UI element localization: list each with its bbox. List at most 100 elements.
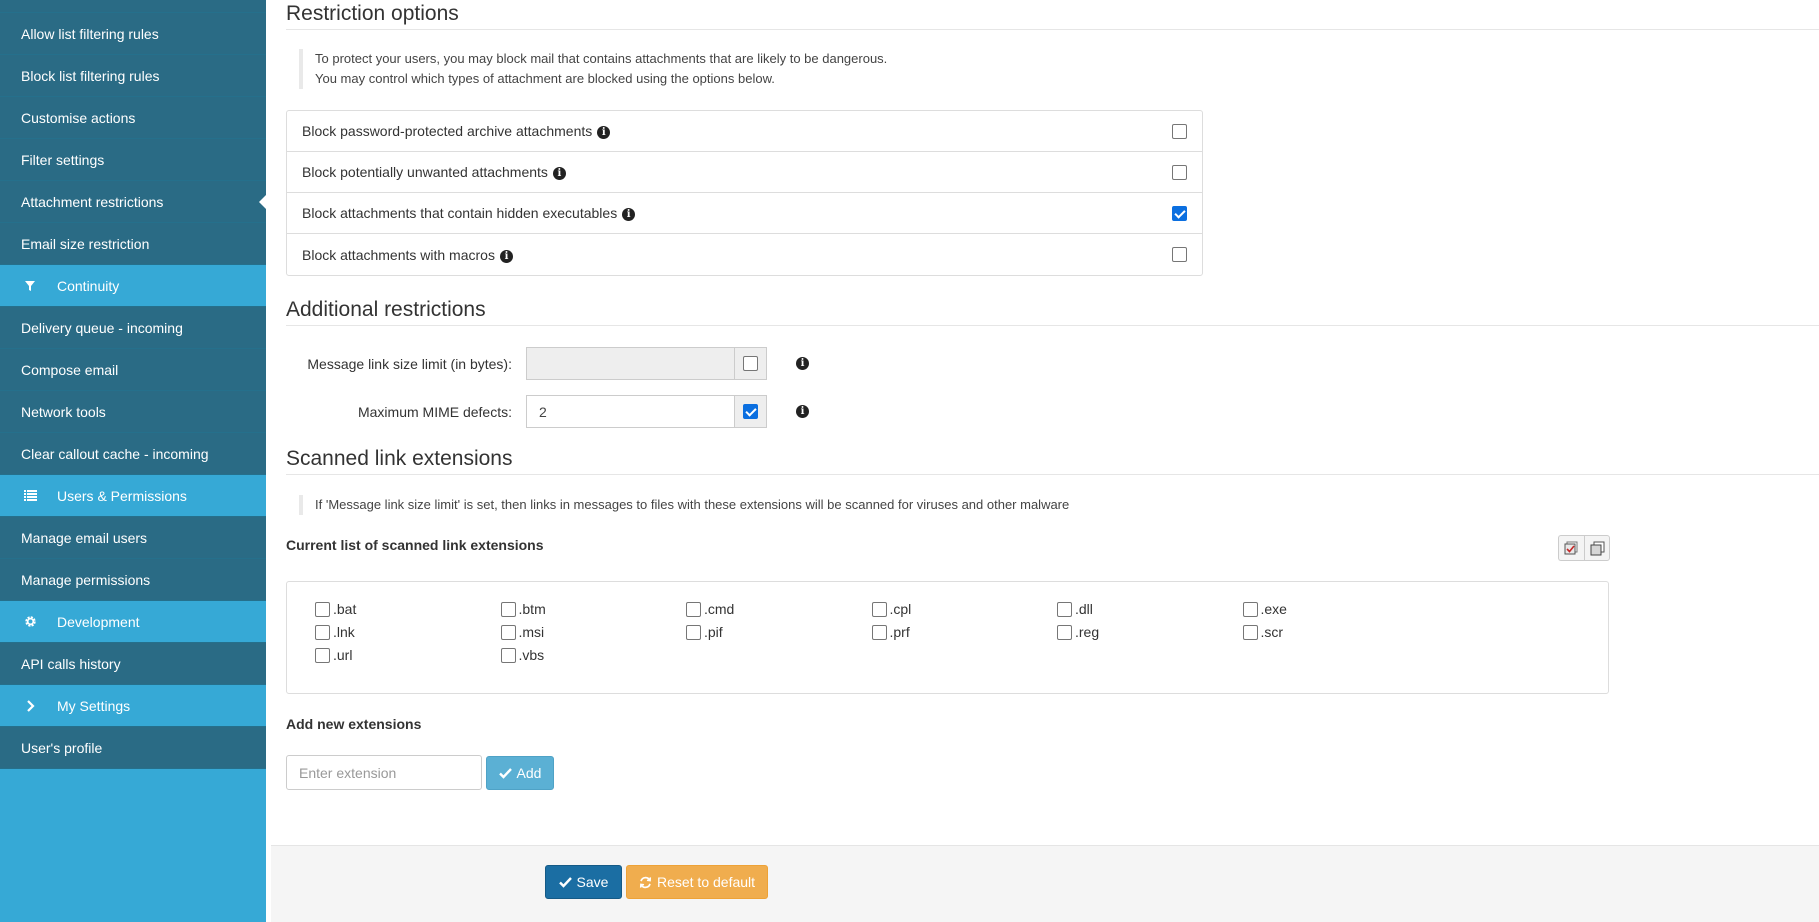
extensions-list: .bat .btm .cmd .cpl .dll .exe .lnk .msi .pif .prf… xyxy=(286,581,1609,694)
gear-icon xyxy=(21,615,39,628)
sidebar-category[interactable]: Development xyxy=(0,601,266,643)
extension-item[interactable]: .reg xyxy=(1057,624,1099,640)
app: Allow list filtering rules Block list fil… xyxy=(0,0,1819,922)
sidebar-item[interactable]: Block list filtering rules xyxy=(0,55,266,97)
extension-item[interactable]: .lnk xyxy=(315,624,355,640)
restriction-option-checkbox[interactable] xyxy=(1172,164,1187,180)
extension-item[interactable]: .vbs xyxy=(500,647,545,663)
extension-item[interactable]: .msi xyxy=(500,624,544,640)
info-icon[interactable]: i xyxy=(622,208,636,221)
sidebar-category[interactable]: Continuity xyxy=(0,265,266,307)
restriction-option-text: Block password-protected archive attachm… xyxy=(302,123,611,139)
sidebar-item-label: Continuity xyxy=(57,277,120,294)
sidebar-item-label: Attachment restrictions xyxy=(21,193,164,210)
extension-label: .btm xyxy=(518,601,546,617)
restriction-option-checkbox[interactable] xyxy=(1172,247,1187,262)
extension-checkbox[interactable] xyxy=(1057,601,1072,617)
sidebar-item[interactable]: Allow list filtering rules xyxy=(0,13,266,55)
link-size-checkbox[interactable] xyxy=(743,356,758,371)
sidebar-category[interactable]: My Settings xyxy=(0,685,266,727)
sidebar-item-label: Block list filtering rules xyxy=(21,67,160,84)
sidebar-item[interactable]: Attachment restrictions xyxy=(0,181,266,223)
extension-checkbox[interactable] xyxy=(1242,601,1258,617)
extension-checkbox[interactable] xyxy=(1057,624,1072,640)
sidebar-category[interactable]: Users & Permissions xyxy=(0,475,266,517)
extension-checkbox[interactable] xyxy=(315,624,330,640)
check-icon xyxy=(498,767,512,779)
mime-defects-input[interactable]: 2 xyxy=(526,395,734,428)
extension-item[interactable]: .url xyxy=(315,647,352,663)
extension-item[interactable]: .exe xyxy=(1242,601,1287,617)
extension-checkbox[interactable] xyxy=(1242,624,1258,640)
select-all-button[interactable] xyxy=(1584,535,1610,561)
sidebar-item[interactable] xyxy=(0,0,266,13)
sidebar-item-label: Network tools xyxy=(21,403,106,420)
info-icon[interactable]: i xyxy=(552,167,566,180)
add-extension-button[interactable]: Add xyxy=(486,755,554,790)
extension-item[interactable]: .cpl xyxy=(871,601,912,617)
sidebar-item[interactable]: Filter settings xyxy=(0,139,266,181)
restriction-option-checkbox[interactable] xyxy=(1172,205,1187,221)
section-divider xyxy=(286,474,1819,475)
sidebar-item-label: Compose email xyxy=(21,361,119,378)
restriction-option-text: Block attachments with macros i xyxy=(302,247,513,263)
link-size-addon xyxy=(734,347,767,380)
extension-checkbox[interactable] xyxy=(500,647,516,663)
extension-checkbox[interactable] xyxy=(686,624,701,640)
mime-defects-group: 2 xyxy=(526,395,767,428)
extension-checkbox[interactable] xyxy=(315,601,330,617)
link-size-input[interactable] xyxy=(526,347,734,380)
sidebar-item[interactable]: API calls history xyxy=(0,643,266,685)
extension-label: .prf xyxy=(889,624,910,640)
current-extensions-label: Current list of scanned link extensions xyxy=(286,537,544,553)
info-icon[interactable]: i xyxy=(796,357,809,370)
reset-to-default-button[interactable]: Reset to default xyxy=(626,865,768,899)
extension-item[interactable]: .cmd xyxy=(686,601,734,617)
copy-icon xyxy=(1590,541,1604,555)
form-footer: Save Reset to default xyxy=(271,845,1819,922)
delete-selected-button[interactable] xyxy=(1558,535,1584,561)
info-icon[interactable]: i xyxy=(796,405,809,418)
sidebar-item[interactable]: Manage email users xyxy=(0,517,266,559)
restriction-option-checkbox[interactable] xyxy=(1172,123,1187,139)
sidebar-item[interactable]: Manage permissions xyxy=(0,559,266,601)
restriction-options-title: Restriction options xyxy=(286,2,459,25)
extension-label: .vbs xyxy=(518,647,545,663)
extension-item[interactable]: .btm xyxy=(500,601,546,617)
add-extensions-label: Add new extensions xyxy=(286,716,422,732)
sidebar-item-label: API calls history xyxy=(21,655,121,672)
extension-checkbox[interactable] xyxy=(871,601,887,617)
save-button[interactable]: Save xyxy=(545,865,622,899)
sidebar-item[interactable]: Compose email xyxy=(0,349,266,391)
sidebar-item-label: Clear callout cache - incoming xyxy=(21,445,209,462)
mime-defects-checkbox[interactable] xyxy=(743,404,758,419)
sidebar-item[interactable]: Network tools xyxy=(0,391,266,433)
info-icon[interactable]: i xyxy=(597,126,611,139)
restriction-option-label: Block potentially unwanted attachments xyxy=(302,164,548,180)
mime-defects-addon xyxy=(734,395,767,428)
sidebar-item[interactable]: User's profile xyxy=(0,727,266,769)
restriction-option-row: Block attachments with macros i xyxy=(287,234,1202,275)
restriction-note-line1: To protect your users, you may block mai… xyxy=(315,51,888,66)
info-icon[interactable]: i xyxy=(499,249,513,263)
extension-checkbox[interactable] xyxy=(686,601,701,617)
extension-item[interactable]: .scr xyxy=(1242,624,1283,640)
extension-item[interactable]: .prf xyxy=(871,624,910,640)
restriction-option-label: Block attachments with macros xyxy=(302,246,495,263)
extension-input[interactable] xyxy=(286,755,482,790)
extension-checkbox[interactable] xyxy=(871,624,887,640)
extension-checkbox[interactable] xyxy=(315,647,330,663)
sidebar-item-label: Manage email users xyxy=(21,529,148,546)
extension-label: .cpl xyxy=(889,601,912,617)
sidebar-item[interactable]: Email size restriction xyxy=(0,223,266,265)
restriction-option-text: Block attachments that contain hidden ex… xyxy=(302,205,636,221)
extension-checkbox[interactable] xyxy=(500,601,516,617)
extension-item[interactable]: .bat xyxy=(315,601,356,617)
sidebar-item[interactable]: Customise actions xyxy=(0,97,266,139)
sidebar-item[interactable]: Delivery queue - incoming xyxy=(0,307,266,349)
sidebar-item[interactable]: Clear callout cache - incoming xyxy=(0,433,266,475)
extension-item[interactable]: .dll xyxy=(1057,601,1093,617)
extension-item[interactable]: .pif xyxy=(686,624,723,640)
sidebar-item-label: My Settings xyxy=(57,697,131,714)
extension-checkbox[interactable] xyxy=(500,624,516,640)
